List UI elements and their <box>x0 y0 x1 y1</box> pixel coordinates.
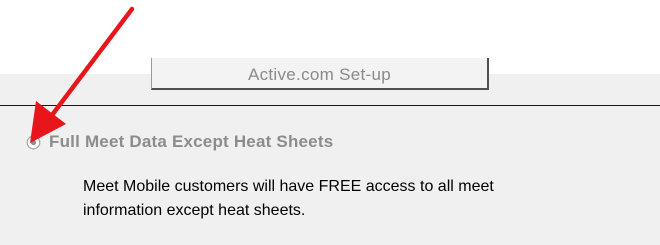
option-description: Meet Mobile customers will have FREE acc… <box>83 175 643 223</box>
separator-line <box>0 105 660 106</box>
active-com-setup-button[interactable]: Active.com Set-up <box>151 58 489 90</box>
settings-panel: Active.com Set-up Full Meet Data Except … <box>0 0 660 245</box>
option-label[interactable]: Full Meet Data Except Heat Sheets <box>49 132 333 152</box>
description-line-1: Meet Mobile customers will have FREE acc… <box>83 178 494 195</box>
full-meet-data-option[interactable]: Full Meet Data Except Heat Sheets <box>26 132 333 152</box>
radio-selected-icon[interactable] <box>26 135 41 150</box>
description-line-2: information except heat sheets. <box>83 202 306 219</box>
